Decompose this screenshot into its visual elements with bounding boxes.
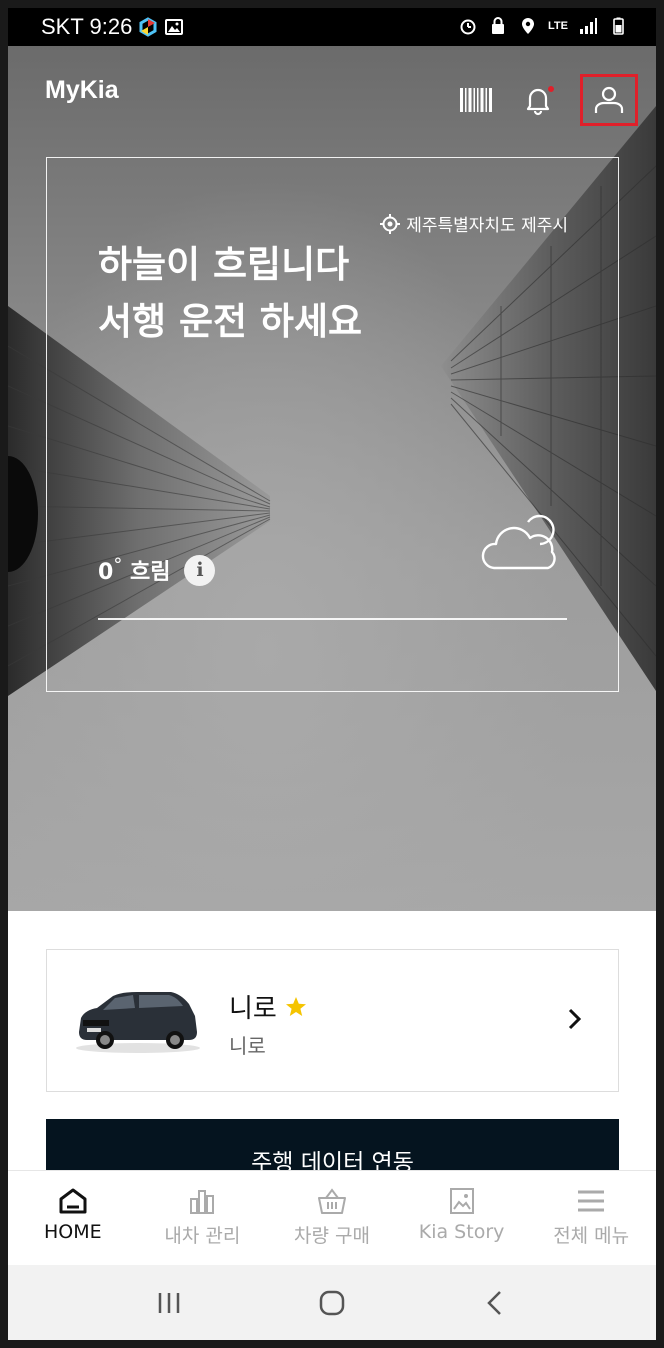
info-icon[interactable]: i	[184, 554, 216, 586]
user-icon	[594, 86, 624, 113]
location-pin-icon	[522, 18, 535, 34]
gps-target-icon	[380, 213, 401, 234]
nav-home-label: HOME	[43, 1221, 102, 1243]
lock-icon	[492, 17, 505, 34]
vehicle-name: 니로	[229, 988, 307, 1025]
gallery-icon	[165, 19, 184, 35]
status-left: SKT 9:26	[41, 14, 184, 40]
nav-my-car[interactable]: 내차 관리	[138, 1171, 268, 1265]
nav-my-car-label: 내차 관리	[164, 1225, 241, 1247]
signal-icon	[580, 18, 597, 34]
weather-divider	[98, 618, 567, 620]
location-text: 제주특별자치도 제주시	[406, 216, 568, 236]
barcode-button[interactable]	[456, 80, 496, 120]
nav-buy-car[interactable]: 차량 구매	[267, 1171, 397, 1265]
system-nav-bar	[8, 1265, 656, 1340]
status-right: LTE	[458, 16, 628, 36]
temperature-row: 0° 흐림 i	[98, 554, 216, 586]
carrier-time: SKT 9:26	[41, 14, 133, 39]
barcode-icon	[460, 88, 492, 112]
profile-button[interactable]	[580, 74, 638, 126]
battery-icon	[613, 17, 624, 35]
location-label[interactable]: 제주특별자치도 제주시	[380, 211, 568, 236]
vehicle-model: 니로	[229, 1034, 266, 1058]
cloud-icon	[481, 514, 556, 570]
headline-line-1: 하늘이 흐립니다	[98, 243, 350, 286]
chevron-right-icon[interactable]	[566, 1006, 584, 1032]
image-icon	[449, 1188, 474, 1214]
nav-all-menu[interactable]: 전체 메뉴	[526, 1171, 656, 1265]
header-actions	[456, 74, 638, 126]
weather-headline: 하늘이 흐립니다 서행 운전 하세요	[98, 236, 362, 350]
nav-buy-car-label: 차량 구매	[294, 1225, 370, 1247]
nav-kia-story[interactable]: Kia Story	[397, 1171, 527, 1265]
home-icon	[59, 1188, 87, 1214]
back-icon[interactable]	[480, 1288, 510, 1318]
weather-hero: MyKia 제주특별자치도 제주시 하늘이 흐립니다 서행 운전 하세요 0° …	[8, 46, 656, 911]
vehicle-card[interactable]: 니로 니로	[46, 949, 619, 1092]
weather-card: 제주특별자치도 제주시 하늘이 흐립니다 서행 운전 하세요 0° 흐림 i	[46, 157, 619, 692]
alarm-icon	[460, 19, 476, 35]
home-circle-icon[interactable]	[317, 1288, 347, 1318]
app-title: MyKia	[45, 76, 119, 104]
basket-icon	[317, 1188, 346, 1214]
bottom-nav: HOME 내차 관리 차량 구매 Kia Story 전체 메뉴	[8, 1170, 656, 1265]
temperature-text: 0° 흐림	[98, 554, 171, 585]
notification-button[interactable]	[518, 80, 558, 120]
status-bar: SKT 9:26 LTE	[8, 8, 656, 46]
app-notification-icon	[139, 17, 157, 37]
nav-home[interactable]: HOME	[8, 1171, 138, 1265]
car-image	[76, 992, 200, 1053]
network-type: LTE	[548, 20, 568, 32]
phone-screen: SKT 9:26 LTE MyKia 제주특별자치도 제주시 하늘이 흐립니다 …	[8, 8, 656, 1340]
favorite-star-icon	[285, 996, 306, 1016]
nav-all-menu-label: 전체 메뉴	[553, 1225, 630, 1247]
notification-badge	[548, 86, 554, 92]
bar-chart-icon	[190, 1190, 215, 1214]
menu-icon	[578, 1190, 605, 1212]
recent-apps-icon[interactable]	[154, 1288, 184, 1318]
headline-line-2: 서행 운전 하세요	[98, 300, 363, 343]
nav-kia-story-label: Kia Story	[418, 1221, 505, 1243]
